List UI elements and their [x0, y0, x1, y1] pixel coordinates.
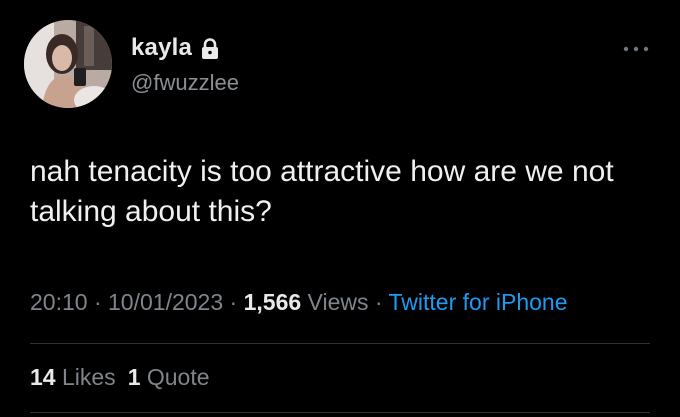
tweet-metadata: 20:10 · 10/01/2023 · 1,566 Views · Twitt…	[30, 289, 567, 316]
quotes-label[interactable]: Quote	[147, 364, 210, 390]
more-horizontal-icon[interactable]	[620, 42, 652, 54]
meta-separator: ·	[223, 289, 244, 315]
divider	[30, 343, 650, 344]
views-count: 1,566	[243, 289, 302, 315]
tweet-text: nah tenacity is too attractive how are w…	[30, 155, 614, 228]
divider	[30, 412, 650, 413]
user-handle[interactable]: @fwuzzlee	[131, 70, 239, 96]
author-name-row: kayla	[131, 34, 220, 62]
meta-separator: ·	[368, 289, 389, 315]
avatar[interactable]	[24, 20, 112, 108]
source-link[interactable]: Twitter for iPhone	[389, 289, 568, 315]
display-name[interactable]: kayla	[131, 34, 192, 62]
tweet-card: kayla @fwuzzlee nah tenacity is too attr…	[0, 0, 680, 417]
likes-label[interactable]: Likes	[62, 364, 116, 390]
engagement-stats: 14 Likes 1 Quote	[30, 364, 210, 391]
meta-separator: ·	[87, 289, 109, 315]
views-label: Views	[307, 289, 369, 315]
tweet-time[interactable]: 20:10	[30, 289, 88, 315]
quotes-count[interactable]: 1	[128, 364, 141, 390]
likes-count[interactable]: 14	[30, 364, 56, 390]
lock-icon	[200, 37, 220, 60]
profile-photo	[24, 20, 112, 108]
tweet-date[interactable]: 10/01/2023	[108, 289, 223, 315]
